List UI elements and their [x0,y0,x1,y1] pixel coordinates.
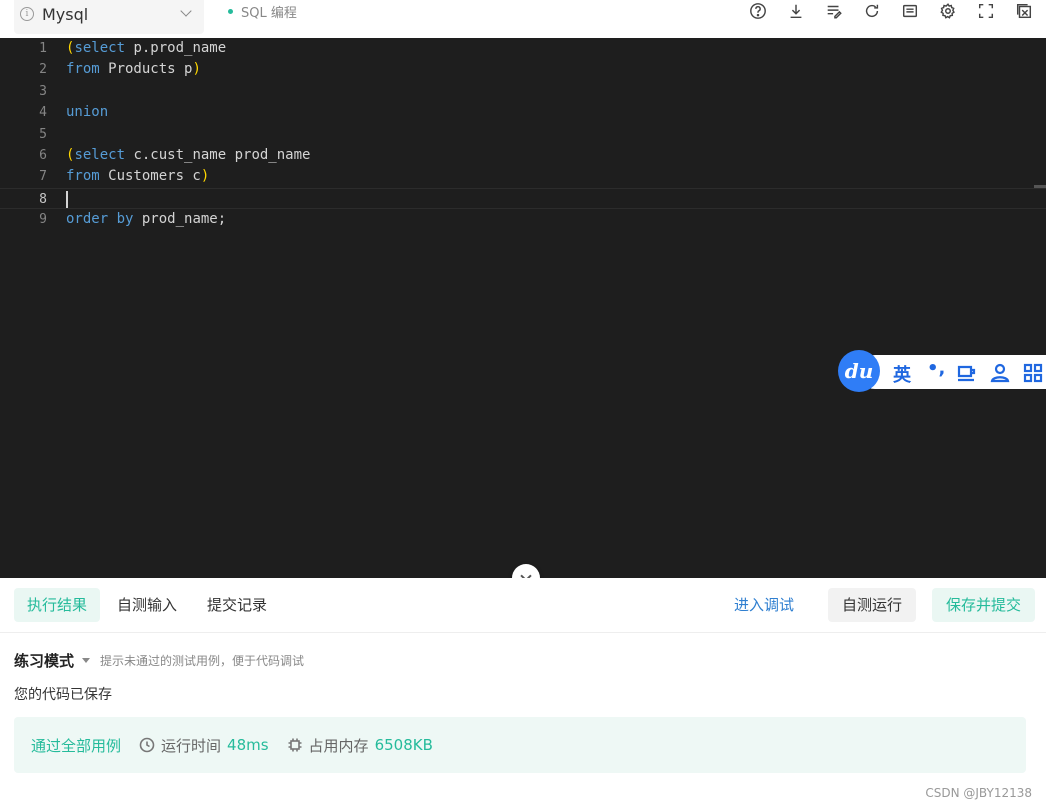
code-keyword: select [74,40,126,56]
ime-toolbar[interactable]: du 英 •, [838,350,1046,392]
scrollbar-marker[interactable] [1034,185,1046,188]
language-select[interactable]: i Mysql [14,0,204,34]
memory-label: 占用内存 [308,736,369,755]
practice-mode-row: 练习模式 提示未通过的测试用例，便于代码调试 [14,650,304,671]
code-keyword: by [116,211,134,228]
ime-lang-toggle[interactable]: 英 [893,361,911,387]
debug-link[interactable]: 进入调试 [720,588,808,622]
code-keyword: union [66,104,109,121]
code-text: union [66,102,108,123]
download-icon[interactable] [786,0,806,22]
line-number: 1 [39,41,47,56]
save-submit-button[interactable]: 保存并提交 [932,588,1036,622]
code-token: Customers c [99,168,201,185]
self-test-button[interactable]: 自测运行 [828,588,917,622]
code-token: c.cust_name prod_name [125,147,311,163]
tab-run-result[interactable]: 执行结果 [14,588,101,622]
line-number: 2 [39,62,47,78]
panel-tabs: 执行结果 自测输入 提交记录 进入调试 自测运行 保存并提交 [0,578,1046,633]
code-line[interactable]: 7 from Customers c) [0,166,1046,187]
help-icon[interactable] [748,0,768,22]
practice-mode-hint: 提示未通过的测试用例，便于代码调试 [100,654,305,668]
keyboard-icon[interactable] [900,0,920,22]
line-number: 3 [39,83,47,99]
chip-icon [288,738,302,752]
language-value: Mysql [42,4,89,24]
saved-message: 您的代码已保存 [14,687,112,703]
tab-self-test-input[interactable]: 自测输入 [104,588,190,622]
result-panel: 执行结果 自测输入 提交记录 进入调试 自测运行 保存并提交 练习模式 提示未通… [0,578,1046,808]
practice-mode-dropdown[interactable]: 练习模式 [14,650,74,671]
refresh-icon[interactable] [862,0,882,22]
code-text: from Products p) [66,59,201,80]
code-line[interactable]: 4 union [0,102,1046,123]
watermark: CSDN @JBY12138 [925,786,1032,800]
exit-icon[interactable] [1014,0,1034,22]
clock-icon [139,737,155,753]
code-line[interactable]: 2 from Products p) [0,59,1046,80]
runtime-stat: 运行时间 48ms [139,735,269,756]
code-token: Products p [99,61,193,78]
code-keyword: select [74,147,126,163]
code-bracket: ) [192,61,201,78]
ime-grid-icon[interactable] [1022,362,1044,384]
ime-punct-toggle[interactable]: •, [927,358,945,379]
ime-logo[interactable]: du [838,350,880,392]
line-number: 9 [39,212,47,228]
code-keyword: order [66,211,109,228]
ime-cup-icon[interactable] [956,362,978,384]
fullscreen-icon[interactable] [976,0,996,22]
text-cursor [66,190,68,208]
code-keyword: from [66,168,100,185]
code-line[interactable]: 6 (select c.cust_name prod_name [0,145,1046,166]
mode-tag-label: SQL 编程 [241,6,297,21]
runtime-label: 运行时间 [161,736,222,755]
line-number: 7 [39,169,47,185]
code-token: p.prod_name [125,40,227,56]
code-token: prod_name; [133,211,227,228]
runtime-value: 48ms [227,736,269,754]
code-line[interactable]: 3 [0,81,1046,102]
code-text: from Customers c) [66,166,209,187]
status-dot [228,9,233,14]
top-toolbar: i Mysql SQL 编程 [0,0,1046,38]
code-line[interactable]: 5 [0,124,1046,145]
pass-status: 通过全部用例 [31,736,122,755]
memory-stat: 占用内存 6508KB [287,735,433,756]
code-editor[interactable]: 1 (select p.prod_name 2 from Products p) 3 4 u… [0,38,1046,578]
tab-submit-history[interactable]: 提交记录 [194,588,280,622]
caret-down-icon[interactable] [82,658,91,663]
ime-user-icon[interactable] [989,362,1011,384]
code-text: (select p.prod_name [66,38,226,59]
code-line[interactable]: 8 [0,187,1046,209]
code-line[interactable]: 1 (select p.prod_name [0,38,1046,59]
line-number: 5 [39,126,47,142]
ime-bar [858,355,1046,389]
code-text: order by prod_name; [66,209,226,230]
line-number: 8 [39,191,47,207]
line-number: 6 [39,148,47,163]
code-text: (select c.cust_name prod_name [66,145,310,166]
code-bracket: ) [200,168,210,185]
info-icon: i [20,7,34,21]
code-line[interactable]: 9 order by prod_name; [0,209,1046,230]
line-number: 4 [39,105,47,121]
result-summary: 通过全部用例 运行时间 48ms 占用内存 6508KB [14,717,1026,773]
chevron-down-icon [180,5,192,17]
settings-icon[interactable] [938,0,958,22]
memory-value: 6508KB [374,736,433,754]
code-keyword: from [66,61,100,78]
mode-tag: SQL 编程 [228,2,297,21]
format-icon[interactable] [824,0,844,22]
